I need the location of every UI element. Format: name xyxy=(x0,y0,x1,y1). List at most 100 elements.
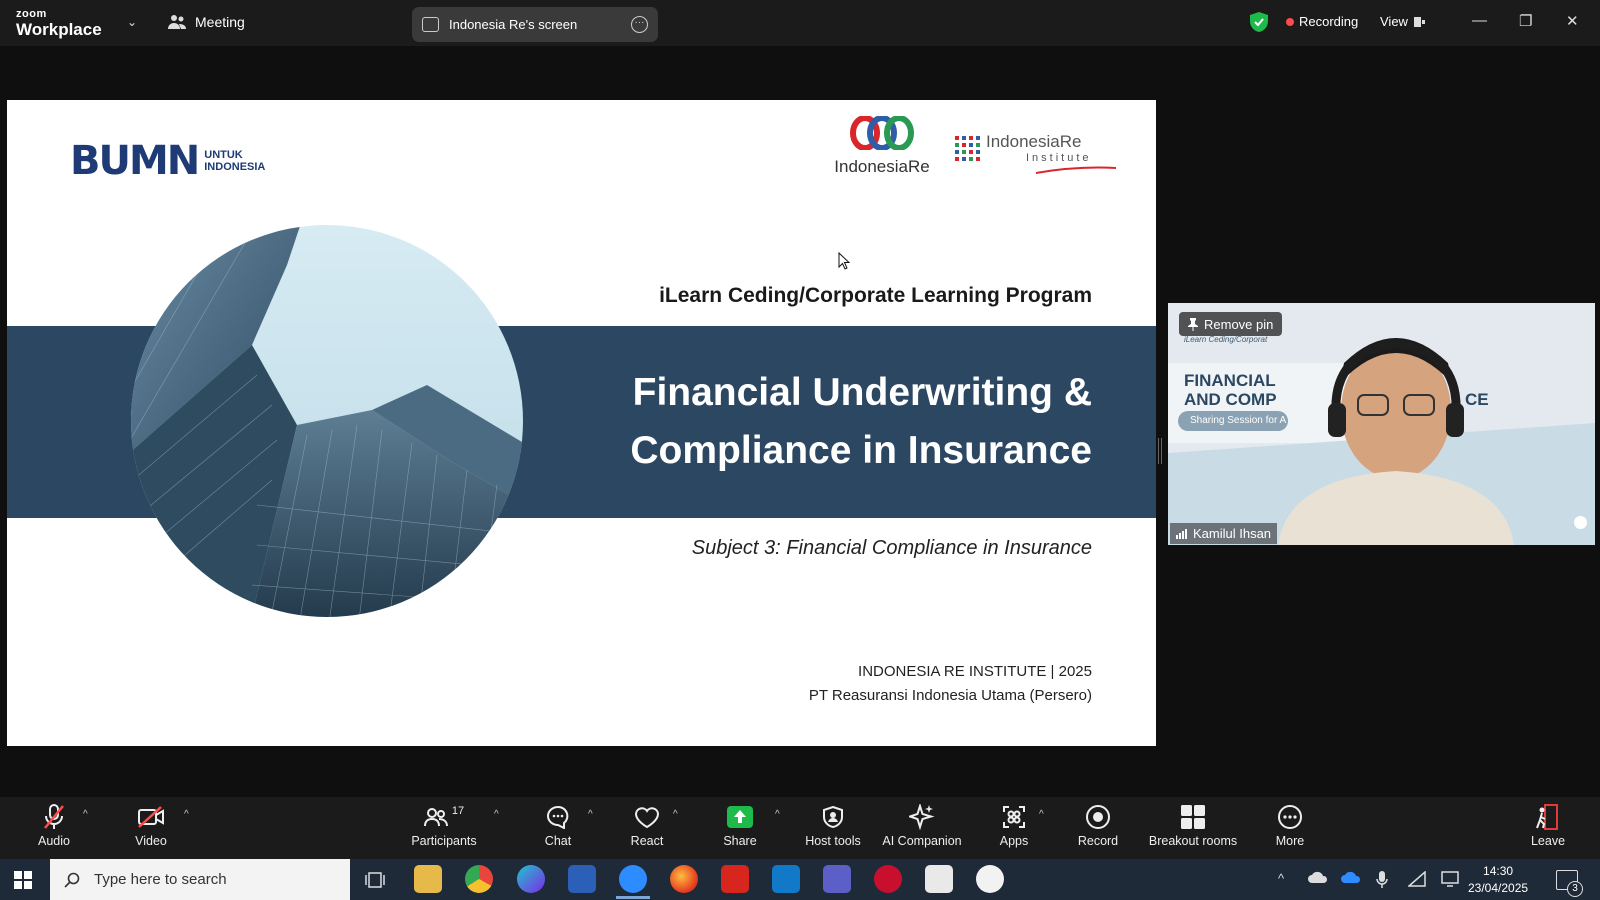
participants-options-caret-icon[interactable]: ^ xyxy=(494,809,499,820)
slide-title-line2: Compliance in Insurance xyxy=(630,429,1092,472)
breakout-rooms-button[interactable]: Breakout rooms xyxy=(1146,803,1240,848)
windows-start-icon[interactable] xyxy=(14,871,32,889)
more-label: More xyxy=(1275,834,1305,848)
active-app-indicator xyxy=(616,896,650,899)
apps-button[interactable]: Apps xyxy=(994,803,1034,848)
participants-button[interactable]: 17 Participants xyxy=(406,803,482,848)
indonesia-re-text: IndonesiaRe xyxy=(834,157,930,176)
audio-button[interactable]: Audio xyxy=(32,803,76,848)
media-player-icon[interactable] xyxy=(976,865,1004,893)
video-button[interactable]: Video xyxy=(128,803,174,848)
bumn-logo: BUMN UNTUK INDONESIA xyxy=(70,138,265,184)
chat-bubble-icon xyxy=(547,805,569,829)
participant-name-tag: Kamilul Ihsan xyxy=(1170,523,1278,544)
microphone-tray-icon[interactable] xyxy=(1376,871,1388,889)
brand-small: zoom xyxy=(16,8,47,20)
firefox-icon[interactable] xyxy=(670,865,698,893)
screen-share-icon xyxy=(422,17,439,32)
canva-icon[interactable] xyxy=(517,865,545,893)
share-label: Share xyxy=(723,834,757,848)
slide-subject: Subject 3: Financial Compliance in Insur… xyxy=(691,537,1092,559)
audio-options-caret-icon[interactable]: ^ xyxy=(83,809,88,820)
notification-count: 3 xyxy=(1567,881,1583,897)
react-options-caret-icon[interactable]: ^ xyxy=(673,809,678,820)
view-label: View xyxy=(1380,14,1408,29)
heart-bubble-icon xyxy=(634,807,660,829)
video-label: Video xyxy=(135,834,167,848)
shared-screen-pill[interactable]: Indonesia Re's screen ··· xyxy=(412,7,658,42)
building-photo xyxy=(131,225,523,617)
zoom-workplace-logo[interactable]: zoom Workplace xyxy=(16,8,102,39)
tile-options-icon[interactable] xyxy=(1574,516,1587,529)
meeting-menu[interactable]: Meeting xyxy=(168,14,245,30)
file-explorer-icon[interactable] xyxy=(414,865,442,893)
clock-date: 23/04/2025 xyxy=(1468,881,1529,895)
show-hidden-icons-icon[interactable]: ^ xyxy=(1278,871,1284,886)
people-icon xyxy=(168,15,186,29)
encryption-shield-icon[interactable] xyxy=(1250,12,1268,32)
institute-logo-text: IndonesiaRe xyxy=(986,132,1082,151)
search-placeholder: Type here to search xyxy=(94,871,227,888)
pin-icon xyxy=(1188,317,1198,331)
remove-pin-button[interactable]: Remove pin xyxy=(1179,312,1283,336)
zoom-app-icon[interactable] xyxy=(619,865,647,893)
system-clock[interactable]: 14:30 23/04/2025 xyxy=(1468,863,1528,897)
recording-dot-icon xyxy=(1286,17,1294,26)
teams-icon[interactable] xyxy=(823,865,851,893)
recording-indicator[interactable]: Recording xyxy=(1286,14,1358,29)
leave-door-icon xyxy=(1536,804,1558,830)
close-icon[interactable]: ✕ xyxy=(1566,12,1579,30)
outlook-icon[interactable] xyxy=(772,865,800,893)
view-menu[interactable]: View xyxy=(1380,14,1426,29)
search-icon xyxy=(64,872,80,888)
video-background-text-5: Sharing Session for A xyxy=(1190,415,1287,426)
chrome-icon[interactable] xyxy=(465,865,493,893)
antivirus-icon[interactable] xyxy=(874,865,902,893)
more-options-icon[interactable]: ··· xyxy=(631,16,648,33)
ai-companion-button[interactable]: AI Companion xyxy=(877,803,967,848)
windows-taskbar: Type here to search ^ 14:30 23/04/2025 3 xyxy=(0,859,1600,900)
audio-label: Audio xyxy=(38,834,70,848)
chevron-down-icon[interactable]: ⌄ xyxy=(127,15,137,29)
video-options-caret-icon[interactable]: ^ xyxy=(184,809,189,820)
elo-app-icon[interactable] xyxy=(925,865,953,893)
leave-button[interactable]: Leave xyxy=(1526,803,1570,848)
taskbar-search-box[interactable]: Type here to search xyxy=(50,859,350,900)
record-icon xyxy=(1086,805,1110,829)
bumn-logo-text: BUMN xyxy=(70,138,200,184)
share-options-caret-icon[interactable]: ^ xyxy=(775,809,780,820)
restore-icon[interactable]: ❐ xyxy=(1519,12,1532,30)
video-background-text-2: FINANCIAL xyxy=(1184,371,1276,390)
recording-label: Recording xyxy=(1299,14,1359,29)
acrobat-icon[interactable] xyxy=(721,865,749,893)
video-camera-off-icon xyxy=(138,806,164,828)
record-button[interactable]: Record xyxy=(1076,803,1120,848)
slide-footer-institute: INDONESIA RE INSTITUTE | 2025 xyxy=(858,663,1092,680)
share-button[interactable]: Share xyxy=(720,803,760,848)
video-background-text-4: CE xyxy=(1465,390,1489,409)
onedrive-personal-icon[interactable] xyxy=(1308,871,1328,883)
onedrive-business-icon[interactable] xyxy=(1341,871,1361,883)
apps-options-caret-icon[interactable]: ^ xyxy=(1039,809,1044,820)
panel-resize-handle[interactable] xyxy=(1158,438,1162,464)
participants-icon xyxy=(423,808,448,827)
wifi-icon[interactable] xyxy=(1408,871,1426,887)
more-button[interactable]: More xyxy=(1270,803,1310,848)
react-button[interactable]: React xyxy=(626,803,668,848)
host-tools-button[interactable]: Host tools xyxy=(800,803,866,848)
participant-video-tile[interactable]: iLearn Ceding/Corporat FINANCIAL AND COM… xyxy=(1168,303,1595,545)
shared-slide: BUMN UNTUK INDONESIA IndonesiaRe Indones… xyxy=(7,100,1156,746)
participants-label: Participants xyxy=(411,834,477,848)
chat-options-caret-icon[interactable]: ^ xyxy=(588,809,593,820)
sparkle-icon xyxy=(909,804,935,830)
task-view-icon[interactable] xyxy=(365,871,385,889)
zoom-title-bar: zoom Workplace ⌄ Meeting Indonesia Re's … xyxy=(0,0,1600,46)
chat-label: Chat xyxy=(544,834,572,848)
word-icon[interactable] xyxy=(568,865,596,893)
minimize-icon[interactable]: — xyxy=(1472,12,1487,29)
chat-button[interactable]: Chat xyxy=(538,803,578,848)
rings-logo-icon xyxy=(850,115,914,151)
layout-icon xyxy=(1413,16,1425,27)
display-tray-icon[interactable] xyxy=(1441,871,1459,887)
video-background-text-1: iLearn Ceding/Corporat xyxy=(1184,335,1268,344)
